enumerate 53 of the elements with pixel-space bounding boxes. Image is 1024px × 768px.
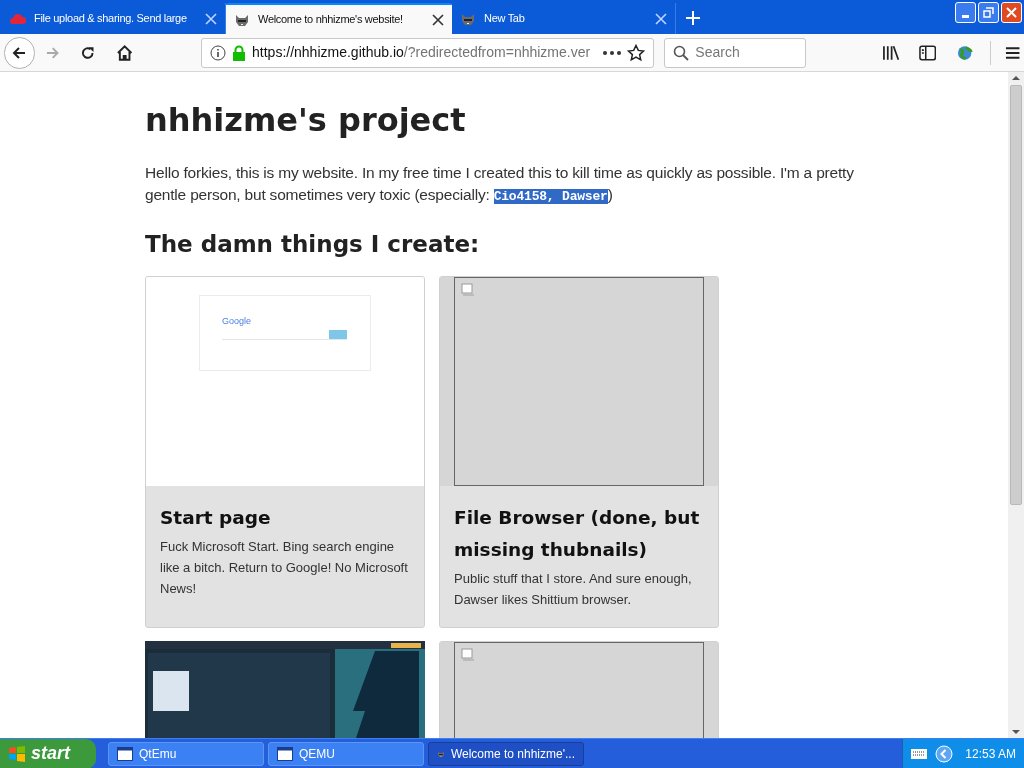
reload-icon[interactable] xyxy=(80,44,96,61)
restore-button[interactable] xyxy=(978,2,999,23)
padlock-icon[interactable] xyxy=(232,44,247,61)
address-bar[interactable]: https://nhhizme.github.io/?redirectedfrom=nhhizme.ver xyxy=(201,37,655,68)
card-description: Fuck Microsoft Start. Bing search engine like a bitch. Return to Google! No Microsoft News! xyxy=(160,538,409,598)
info-icon[interactable] xyxy=(210,44,227,61)
browser-tab[interactable]: Welcome to nhhizme's website! xyxy=(226,3,452,34)
section-heading: The damn things I create: xyxy=(145,230,481,259)
broken-image-icon xyxy=(461,648,475,662)
taskbar-button[interactable]: Welcome to nhhizme'... xyxy=(428,741,584,766)
tab-title: File upload & sharing. Send large xyxy=(34,11,188,27)
broken-image-icon xyxy=(461,283,475,297)
logo-text: Google xyxy=(222,316,253,326)
clock-text: 12:53 AM xyxy=(965,745,1016,763)
expand-tray-icon[interactable] xyxy=(935,744,954,763)
tab-title: Welcome to nhhizme's website! xyxy=(258,12,404,28)
taskbar-button[interactable]: QtEmu xyxy=(108,741,264,766)
more-icon[interactable] xyxy=(603,50,622,55)
tab-title: New Tab xyxy=(484,11,526,27)
project-card[interactable]: File Browser (done, but missing thubnails) Public stuff that I store. And sure enough, Dawser likes Shittium browser. xyxy=(439,276,719,628)
search-field[interactable]: Search xyxy=(664,37,806,68)
scrollbar[interactable] xyxy=(1008,72,1024,738)
menu-icon[interactable] xyxy=(1004,45,1020,60)
back-button[interactable] xyxy=(4,36,35,69)
keyboard-icon[interactable] xyxy=(911,748,928,759)
card-description: Public stuff that I store. And sure enough, Dawser likes Shittium browser. xyxy=(454,570,693,609)
intro-paragraph: Hello forkies, this is my website. In my free time I created this to kill time as quickly as possible. I'm a pretty gentle person, but sometimes very toxic (especially: Cio4158, Dawser) xyxy=(145,163,855,206)
taskbar-button[interactable]: QEMU xyxy=(268,741,424,766)
home-icon[interactable] xyxy=(115,43,134,62)
start-button[interactable]: start xyxy=(0,738,96,768)
globe-icon[interactable] xyxy=(956,43,974,62)
project-card[interactable]: Google Start page Fuck Microsoft Start. Bing search engine like a bitch. Return to Google! No Microsoft News! xyxy=(145,276,425,628)
search-icon xyxy=(673,44,690,61)
window-icon xyxy=(117,746,133,761)
close-icon[interactable] xyxy=(432,13,444,26)
url-text: https://nhhizme.github.io/?redirectedfrom=nhhizme.ver xyxy=(252,43,592,62)
new-tab-icon[interactable] xyxy=(686,11,700,25)
minimize-icon xyxy=(962,15,969,18)
library-icon[interactable] xyxy=(881,44,899,61)
cloud-icon xyxy=(10,12,26,25)
card-title: Start page xyxy=(160,506,272,530)
back-arrow-icon xyxy=(11,44,28,61)
window-icon xyxy=(277,746,293,761)
star-icon[interactable] xyxy=(627,43,646,62)
sidebar-icon[interactable] xyxy=(918,44,937,61)
close-window-button[interactable] xyxy=(1001,2,1022,23)
close-icon xyxy=(1006,7,1017,18)
windows-flag-icon xyxy=(8,745,26,762)
restore-icon xyxy=(983,7,994,18)
page-heading: nhhizme's project xyxy=(145,100,467,141)
card-title: File Browser (done, but missing thubnails) xyxy=(454,506,701,562)
search-button xyxy=(329,330,347,339)
minimize-button[interactable] xyxy=(955,2,976,23)
